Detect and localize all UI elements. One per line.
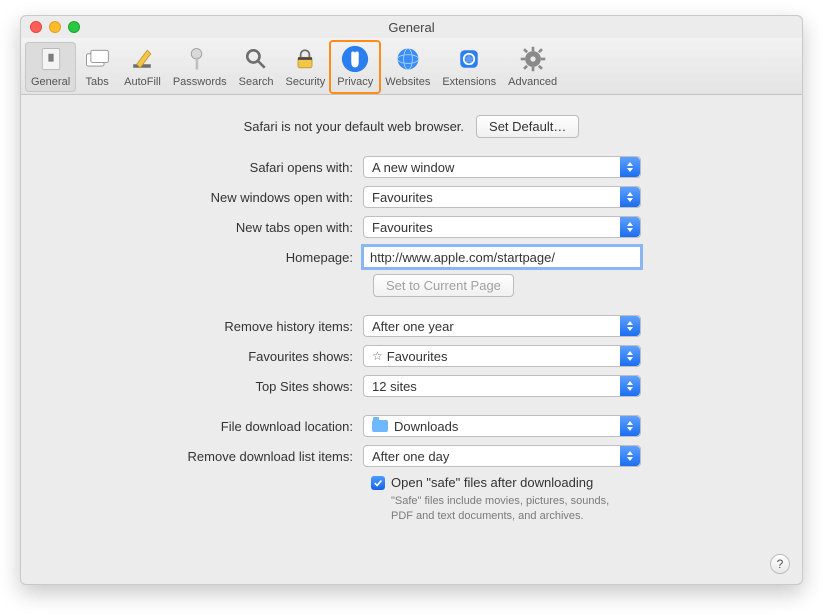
download-location-value: Downloads (394, 419, 458, 434)
star-icon: ☆ (372, 349, 383, 363)
extensions-icon (454, 44, 484, 74)
open-safe-files-note: "Safe" files include movies, pictures, s… (43, 494, 633, 524)
default-browser-row: Safari is not your default web browser. … (43, 115, 780, 138)
toolbar-tab-autofill[interactable]: AutoFill (118, 42, 167, 92)
new-tabs-select[interactable]: Favourites (363, 216, 641, 238)
general-pane: Safari is not your default web browser. … (21, 95, 802, 540)
select-arrows-icon (620, 316, 640, 336)
new-windows-select[interactable]: Favourites (363, 186, 641, 208)
general-icon (36, 44, 66, 74)
toolbar-tab-label: Tabs (86, 76, 109, 88)
toolbar-tab-websites[interactable]: Websites (379, 42, 436, 92)
new-windows-value: Favourites (372, 190, 433, 205)
help-button[interactable]: ? (770, 554, 790, 574)
toolbar-tab-extensions[interactable]: Extensions (436, 42, 502, 92)
autofill-icon (127, 44, 157, 74)
startup-settings-block: Safari opens with: A new window New wind… (43, 156, 780, 297)
toolbar-tab-tabs[interactable]: Tabs (76, 42, 118, 92)
select-arrows-icon (620, 187, 640, 207)
top-sites-select[interactable]: 12 sites (363, 375, 641, 397)
select-arrows-icon (620, 416, 640, 436)
top-sites-value: 12 sites (372, 379, 417, 394)
open-safe-files-checkbox[interactable] (371, 476, 385, 490)
toolbar-tab-label: Extensions (442, 76, 496, 88)
lock-icon (290, 44, 320, 74)
toolbar-tab-search[interactable]: Search (233, 42, 280, 92)
toolbar-tab-label: Advanced (508, 76, 557, 88)
toolbar-tab-passwords[interactable]: Passwords (167, 42, 233, 92)
minimize-window-button[interactable] (49, 21, 61, 33)
set-default-button[interactable]: Set Default… (476, 115, 579, 138)
toolbar-tab-label: General (31, 76, 70, 88)
zoom-window-button[interactable] (68, 21, 80, 33)
search-icon (241, 44, 271, 74)
set-current-page-button[interactable]: Set to Current Page (373, 274, 514, 297)
toolbar-tab-label: Search (239, 76, 274, 88)
preferences-window: General General Tabs AutoFill Passwords (20, 15, 803, 585)
opens-with-label: Safari opens with: (43, 160, 363, 175)
toolbar-tab-label: Security (285, 76, 325, 88)
favourites-shows-select[interactable]: ☆ Favourites (363, 345, 641, 367)
opens-with-value: A new window (372, 160, 454, 175)
remove-history-select[interactable]: After one year (363, 315, 641, 337)
remove-history-label: Remove history items: (43, 319, 363, 334)
tabs-icon (82, 44, 112, 74)
select-arrows-icon (620, 376, 640, 396)
open-safe-files-row: Open "safe" files after downloading (43, 475, 780, 490)
download-settings-block: File download location: Downloads Remove… (43, 415, 780, 524)
toolbar-tab-general[interactable]: General (25, 42, 76, 92)
history-settings-block: Remove history items: After one year Fav… (43, 315, 780, 397)
help-label: ? (777, 557, 784, 571)
remove-downloads-label: Remove download list items: (43, 449, 363, 464)
window-title: General (388, 20, 434, 35)
key-icon (185, 44, 215, 74)
opens-with-select[interactable]: A new window (363, 156, 641, 178)
default-browser-message: Safari is not your default web browser. (244, 119, 464, 134)
toolbar-tab-label: Privacy (337, 76, 373, 88)
open-safe-files-label[interactable]: Open "safe" files after downloading (391, 475, 593, 490)
select-arrows-icon (620, 346, 640, 366)
new-tabs-value: Favourites (372, 220, 433, 235)
toolbar-tab-privacy[interactable]: Privacy (331, 42, 379, 92)
toolbar-tab-label: AutoFill (124, 76, 161, 88)
globe-icon (393, 44, 423, 74)
remove-downloads-value: After one day (372, 449, 449, 464)
remove-history-value: After one year (372, 319, 454, 334)
favourites-shows-label: Favourites shows: (43, 349, 363, 364)
select-arrows-icon (620, 446, 640, 466)
toolbar-tab-security[interactable]: Security (279, 42, 331, 92)
close-window-button[interactable] (30, 21, 42, 33)
toolbar-tab-label: Passwords (173, 76, 227, 88)
preferences-toolbar: General Tabs AutoFill Passwords Search (21, 38, 802, 95)
homepage-label: Homepage: (43, 250, 363, 265)
toolbar-tab-advanced[interactable]: Advanced (502, 42, 563, 92)
titlebar: General (21, 16, 802, 38)
select-arrows-icon (620, 217, 640, 237)
select-arrows-icon (620, 157, 640, 177)
homepage-input[interactable] (363, 246, 641, 268)
download-location-label: File download location: (43, 419, 363, 434)
remove-downloads-select[interactable]: After one day (363, 445, 641, 467)
folder-icon (372, 420, 388, 432)
download-location-select[interactable]: Downloads (363, 415, 641, 437)
hand-icon (340, 44, 370, 74)
favourites-shows-value: Favourites (387, 349, 448, 364)
new-tabs-label: New tabs open with: (43, 220, 363, 235)
toolbar-tab-label: Websites (385, 76, 430, 88)
top-sites-label: Top Sites shows: (43, 379, 363, 394)
traffic-lights (30, 21, 80, 33)
gear-icon (518, 44, 548, 74)
new-windows-label: New windows open with: (43, 190, 363, 205)
